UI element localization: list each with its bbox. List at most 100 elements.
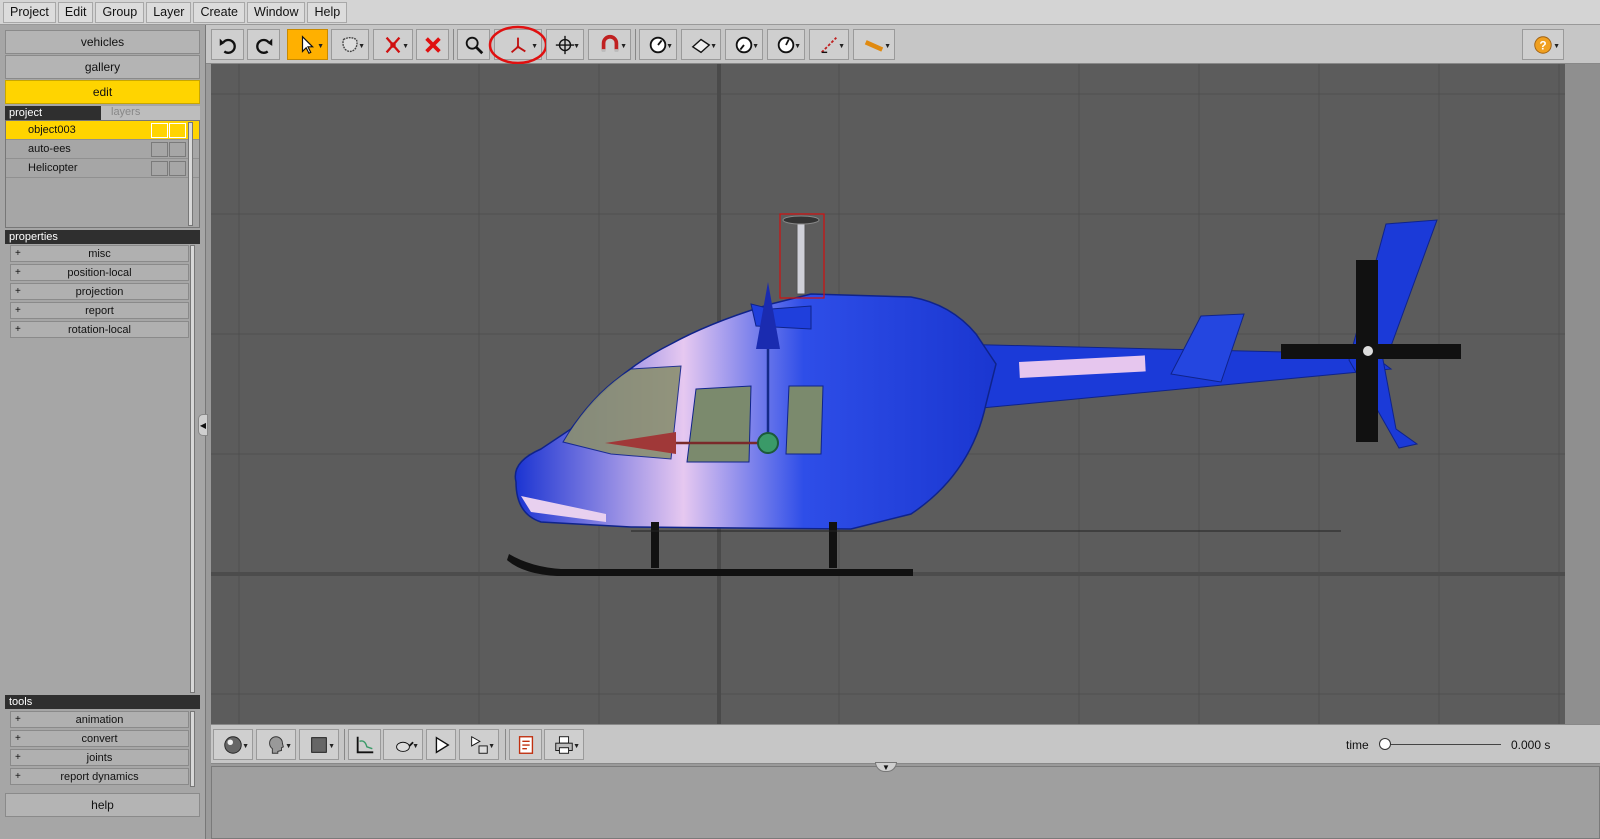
teapot-icon <box>396 741 414 752</box>
dropdown-arrow-icon[interactable]: ▼ <box>285 743 292 750</box>
tools-scrollbar[interactable] <box>190 711 195 787</box>
property-report[interactable]: + report <box>10 302 189 319</box>
redo-button[interactable] <box>247 29 280 60</box>
object-name: Helicopter <box>28 162 78 174</box>
dropdown-arrow-icon[interactable]: ▼ <box>573 743 580 750</box>
expand-icon[interactable]: + <box>15 733 21 744</box>
lock-checkbox[interactable] <box>169 123 186 138</box>
report-button[interactable] <box>509 729 542 760</box>
dropdown-arrow-icon[interactable]: ▼ <box>666 43 673 50</box>
expand-icon[interactable]: + <box>15 324 21 335</box>
menu-layer[interactable]: Layer <box>146 1 192 23</box>
play-options-icon <box>471 735 488 754</box>
ruler-tool-button[interactable]: ▼ <box>853 29 895 60</box>
dropdown-arrow-icon[interactable]: ▼ <box>710 43 717 50</box>
tool-joints[interactable]: + joints <box>10 749 189 766</box>
magnet-tool-button[interactable]: ▼ <box>588 29 631 60</box>
dropdown-arrow-icon[interactable]: ▼ <box>794 43 801 50</box>
time-slider-handle[interactable] <box>1379 738 1391 750</box>
play-options-button[interactable]: ▼ <box>459 729 499 760</box>
visibility-checkbox[interactable] <box>151 161 168 176</box>
play-button[interactable] <box>426 729 456 760</box>
zoom-button[interactable] <box>457 29 490 60</box>
edit-button[interactable]: edit <box>5 80 200 104</box>
magnet-icon <box>601 34 618 52</box>
menu-help[interactable]: Help <box>307 1 348 23</box>
print-button[interactable]: ▼ <box>544 729 584 760</box>
dropdown-arrow-icon[interactable]: ▼ <box>1553 43 1560 50</box>
rotate-gauge-button[interactable]: ▼ <box>767 29 805 60</box>
dropdown-arrow-icon[interactable]: ▼ <box>573 43 580 50</box>
property-misc[interactable]: + misc <box>10 245 189 262</box>
dropdown-arrow-icon[interactable]: ▼ <box>838 43 845 50</box>
tool-animation[interactable]: + animation <box>10 711 189 728</box>
dropdown-arrow-icon[interactable]: ▼ <box>620 43 627 50</box>
menu-edit[interactable]: Edit <box>57 1 94 23</box>
dropdown-arrow-icon[interactable]: ▼ <box>328 743 335 750</box>
dropdown-arrow-icon[interactable]: ▼ <box>752 43 759 50</box>
dropdown-arrow-icon[interactable]: ▼ <box>242 743 249 750</box>
expand-icon[interactable]: + <box>15 752 21 763</box>
graph-button[interactable] <box>348 729 381 760</box>
bottom-toolbar: ▼ ▼ ▼ ▼ ▼ ▼ time 0.000 s <box>211 724 1600 764</box>
menu-window[interactable]: Window <box>247 1 306 23</box>
3d-viewport[interactable] <box>211 64 1565 724</box>
tab-project[interactable]: project <box>9 107 42 119</box>
select-tool-button[interactable]: ▼ <box>287 29 328 60</box>
console-panel[interactable] <box>211 766 1600 839</box>
dropdown-arrow-icon[interactable]: ▼ <box>488 743 495 750</box>
menu-group[interactable]: Group <box>95 1 145 23</box>
dropdown-arrow-icon[interactable]: ▼ <box>402 43 409 50</box>
dropdown-arrow-icon[interactable]: ▼ <box>412 743 419 750</box>
expand-icon[interactable]: + <box>15 248 21 259</box>
tool-convert[interactable]: + convert <box>10 730 189 747</box>
tool-report-dynamics[interactable]: + report dynamics <box>10 768 189 785</box>
properties-scrollbar[interactable] <box>190 245 195 693</box>
object-row[interactable]: auto-ees <box>6 140 199 159</box>
tab-layers[interactable]: layers <box>101 106 200 120</box>
gallery-button[interactable]: gallery <box>5 55 200 79</box>
expand-icon[interactable]: + <box>15 771 21 782</box>
vehicles-button[interactable]: vehicles <box>5 30 200 54</box>
menu-project[interactable]: Project <box>3 1 56 23</box>
cut-icon <box>385 36 401 53</box>
lasso-tool-button[interactable]: ▼ <box>331 29 369 60</box>
undo-button[interactable] <box>211 29 244 60</box>
expand-icon[interactable]: + <box>15 714 21 725</box>
cut-tool-button[interactable]: ▼ <box>373 29 413 60</box>
viewport-side-panel <box>1565 64 1600 724</box>
visibility-checkbox[interactable] <box>151 123 168 138</box>
view-head-button[interactable]: ▼ <box>256 729 296 760</box>
plane-tool-button[interactable]: ▼ <box>681 29 721 60</box>
help-button[interactable]: help <box>5 793 200 817</box>
dropdown-arrow-icon[interactable]: ▼ <box>358 43 365 50</box>
expand-icon[interactable]: + <box>15 305 21 316</box>
lock-checkbox[interactable] <box>169 142 186 157</box>
play-icon <box>435 735 450 754</box>
help-tool-button[interactable]: ? ▼ <box>1522 29 1564 60</box>
object-row[interactable]: object003 <box>6 121 199 140</box>
background-color-button[interactable]: ▼ <box>299 729 339 760</box>
visibility-checkbox[interactable] <box>151 142 168 157</box>
delete-button[interactable] <box>416 29 449 60</box>
time-slider-track[interactable] <box>1386 744 1501 745</box>
teapot-button[interactable]: ▼ <box>383 729 423 760</box>
expand-icon[interactable]: + <box>15 286 21 297</box>
property-rotation-local[interactable]: + rotation-local <box>10 321 189 338</box>
sidebar-collapse-handle[interactable]: ◀ <box>198 414 208 436</box>
axes-tool-button[interactable]: ▼ <box>488 25 548 65</box>
shading-button[interactable]: ▼ <box>213 729 253 760</box>
menu-create[interactable]: Create <box>193 1 246 23</box>
object-list-scrollbar[interactable] <box>188 122 193 226</box>
angle-gauge-button[interactable]: ▼ <box>725 29 763 60</box>
measure-tool-button[interactable]: ▼ <box>809 29 849 60</box>
property-position-local[interactable]: + position-local <box>10 264 189 281</box>
property-projection[interactable]: + projection <box>10 283 189 300</box>
expand-icon[interactable]: + <box>15 267 21 278</box>
object-row[interactable]: Helicopter <box>6 159 199 178</box>
lock-checkbox[interactable] <box>169 161 186 176</box>
move-tool-button[interactable]: ▼ <box>546 29 584 60</box>
dropdown-arrow-icon[interactable]: ▼ <box>884 43 891 50</box>
gauge-tool-button[interactable]: ▼ <box>639 29 677 60</box>
dropdown-arrow-icon[interactable]: ▼ <box>317 43 324 50</box>
